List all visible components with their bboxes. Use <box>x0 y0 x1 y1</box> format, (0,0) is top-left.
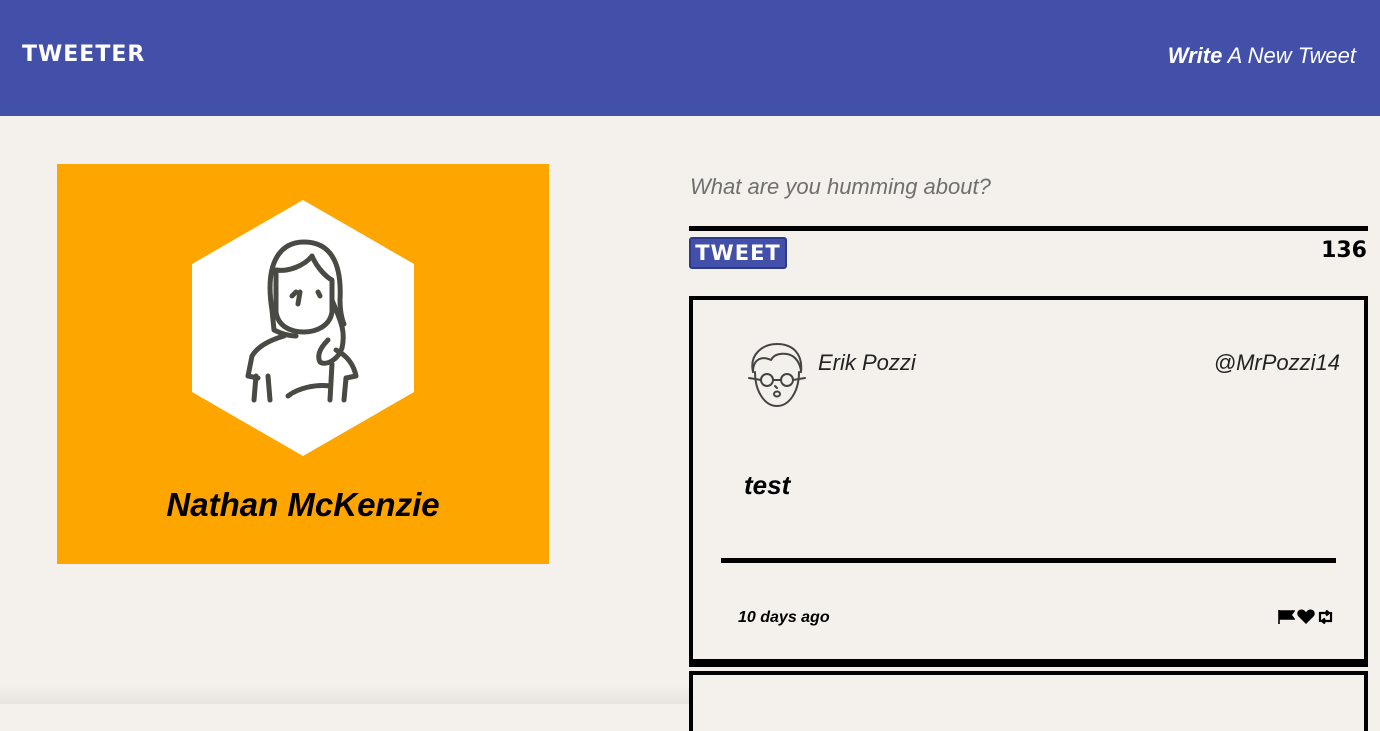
tweet-card-next <box>689 671 1368 731</box>
tweet-author-handle[interactable]: @MrPozzi14 <box>1214 350 1340 376</box>
profile-name: Nathan McKenzie <box>166 486 440 523</box>
tweet-timestamp: 10 days ago <box>738 609 830 626</box>
tweet-compose-input[interactable] <box>690 166 1368 208</box>
flag-icon[interactable] <box>1278 609 1296 629</box>
top-nav: TWEETER Write A New Tweet <box>0 0 1380 116</box>
retweet-icon[interactable] <box>1317 609 1334 629</box>
tweet-actions <box>1278 609 1334 629</box>
tweet-body: test <box>744 470 791 500</box>
write-new-tweet-link[interactable]: Write A New Tweet <box>1168 43 1356 69</box>
profile-card: Nathan McKenzie <box>57 164 549 564</box>
write-link-bold: Write <box>1167 43 1223 68</box>
tweet-author-name[interactable]: Erik Pozzi <box>818 350 916 376</box>
compose-divider <box>689 226 1368 231</box>
write-link-rest: A New Tweet <box>1222 43 1356 68</box>
tweet-submit-button[interactable]: TWEET <box>689 237 787 269</box>
woman-avatar-icon <box>192 200 414 456</box>
man-with-glasses-avatar-icon <box>748 343 806 407</box>
brand-logo[interactable]: TWEETER <box>22 42 145 67</box>
tweet-divider <box>721 558 1336 563</box>
footer-shadow <box>0 684 689 704</box>
heart-icon[interactable] <box>1297 609 1315 629</box>
tweet-card: Erik Pozzi @MrPozzi14 test 10 days ago <box>689 296 1368 667</box>
character-counter: 136 <box>1321 238 1367 263</box>
